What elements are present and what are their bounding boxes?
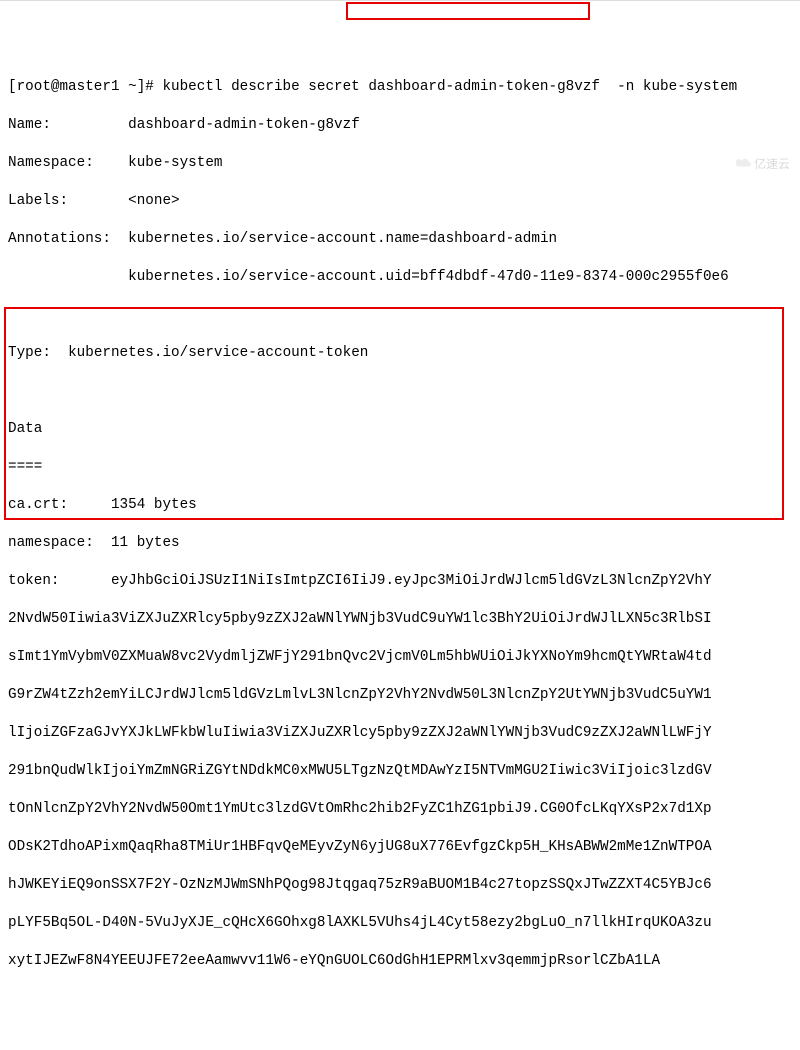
blank-line: [8, 306, 792, 325]
field-cacrt: ca.crt: 1354 bytes: [8, 496, 792, 515]
prompt: [root@master1 ~]#: [8, 79, 162, 95]
field-type: Type: kubernetes.io/service-account-toke…: [8, 344, 792, 363]
field-token-7: ODsK2TdhoAPixmQaqRha8TMiUr1HBFqvQeMEyvZy…: [8, 838, 792, 857]
field-token-3: G9rZW4tZzh2emYiLCJrdWJlcm5ldGVzLmlvL3Nlc…: [8, 686, 792, 705]
field-token-9: pLYF5Bq5OL-D40N-5VuJyXJE_cQHcX6GOhxg8lAX…: [8, 914, 792, 933]
data-header: Data: [8, 420, 792, 439]
field-labels: Labels: <none>: [8, 192, 792, 211]
command-line: [root@master1 ~]# kubectl describe secre…: [8, 78, 792, 97]
field-token-4: lIjoiZGFzaGJvYXJkLWFkbWluIiwia3ViZXJuZXR…: [8, 724, 792, 743]
field-token-8: hJWKEYiEQ9onSSX7F2Y-OzNzMJWmSNhPQog98Jtq…: [8, 876, 792, 895]
field-annotations-1: Annotations: kubernetes.io/service-accou…: [8, 230, 792, 249]
highlight-secret-name: [346, 2, 590, 20]
field-token-2: sImt1YmVybmV0ZXMuaW8vc2VydmljZWFjY291bnQ…: [8, 648, 792, 667]
field-token-0: token: eyJhbGciOiJSUzI1NiIsImtpZCI6IiJ9.…: [8, 572, 792, 591]
command: kubectl describe secret dashboard-admin-…: [162, 79, 737, 95]
field-annotations-2: kubernetes.io/service-account.uid=bff4db…: [8, 268, 792, 287]
blank-line: [8, 382, 792, 401]
field-namespace: Namespace: kube-system: [8, 154, 792, 173]
field-token-5: 291bnQudWlkIjoiYmZmNGRiZGYtNDdkMC0xMWU5L…: [8, 762, 792, 781]
highlight-token: [4, 307, 784, 520]
field-namespace-size: namespace: 11 bytes: [8, 534, 792, 553]
field-token-10: xytIJEZwF8N4YEEUJFE72eeAamwvv11W6-eYQnGU…: [8, 952, 792, 971]
field-token-6: tOnNlcnZpY2VhY2NvdW50Omt1YmUtc3lzdGVtOmR…: [8, 800, 792, 819]
field-token-1: 2NvdW50Iiwia3ViZXJuZXRlcy5pby9zZXJ2aWNlY…: [8, 610, 792, 629]
field-name: Name: dashboard-admin-token-g8vzf: [8, 116, 792, 135]
data-sep: ====: [8, 458, 792, 477]
